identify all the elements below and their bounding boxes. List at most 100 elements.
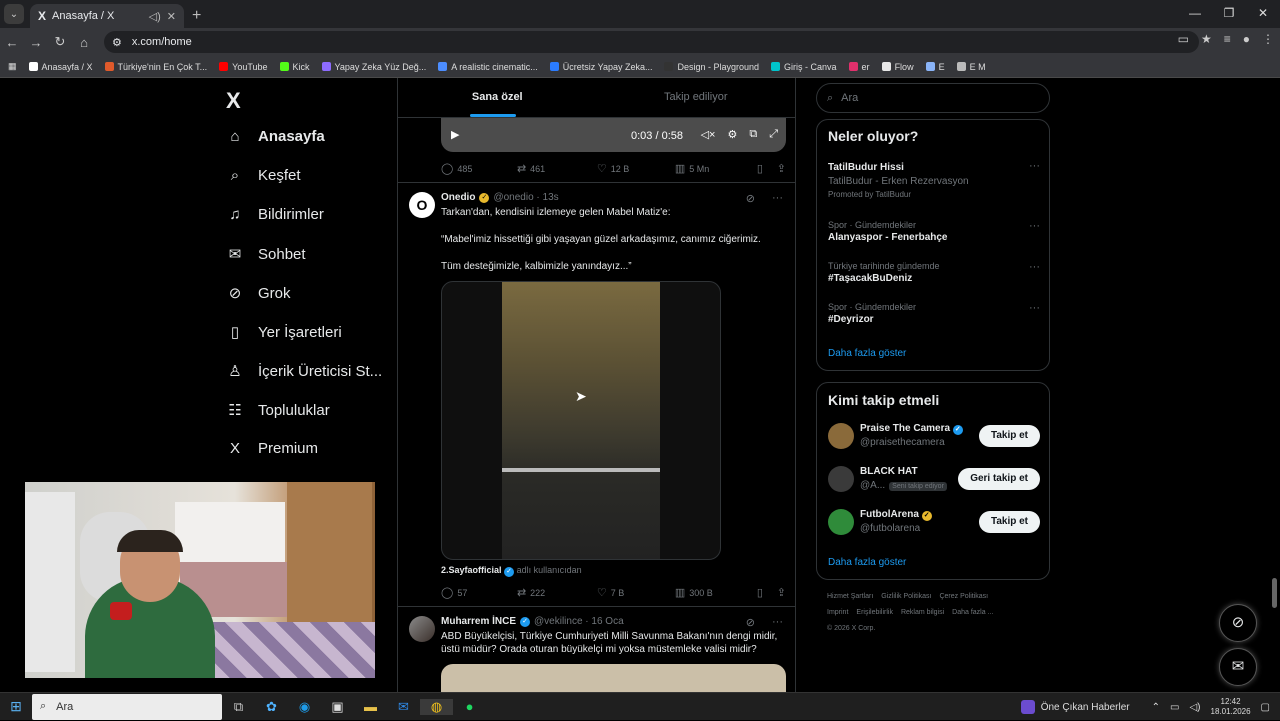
close-window-icon[interactable]: ✕ xyxy=(1246,0,1280,28)
bookmark-item[interactable]: Flow xyxy=(881,62,914,72)
reply-button[interactable]: ◯ 485 xyxy=(441,162,517,175)
footer-link[interactable]: Erişilebilirlik xyxy=(856,609,893,616)
post-video[interactable] xyxy=(441,281,721,560)
mail-app-icon[interactable]: ✉ xyxy=(387,699,420,715)
profile-icon[interactable]: ● xyxy=(1243,32,1250,46)
spotify-icon[interactable]: ● xyxy=(453,699,486,714)
tray-chevron-icon[interactable]: ⌃ xyxy=(1152,702,1160,713)
bookmark-item[interactable]: Giriş - Canva xyxy=(771,62,837,72)
repost-button[interactable]: ⇄ 222 xyxy=(517,586,597,599)
bookmark-item[interactable]: A realistic cinematic... xyxy=(438,62,538,72)
like-button[interactable]: ♡ 12 B xyxy=(597,162,675,175)
follow-suggestion[interactable]: FutbolArena ✓ @futbolarena Takip et xyxy=(828,507,1040,537)
bookmark-post-button[interactable]: ▯ xyxy=(757,162,777,175)
like-button[interactable]: ♡ 7 B xyxy=(597,586,675,599)
x-logo-icon[interactable]: X xyxy=(226,88,241,114)
fullscreen-icon[interactable]: ⤢ xyxy=(769,128,778,141)
bookmark-item[interactable]: YouTube xyxy=(219,62,268,72)
author-name[interactable]: Onedio xyxy=(441,192,475,203)
apps-icon[interactable]: ▦ xyxy=(8,61,17,72)
author-handle[interactable]: @vekilince · 16 Oca xyxy=(534,616,624,627)
follow-button[interactable]: Takip et xyxy=(978,425,1040,447)
messages-fab-icon[interactable]: ✉ xyxy=(1219,648,1257,686)
more-icon[interactable]: ··· xyxy=(1029,302,1040,314)
follow-suggestion[interactable]: BLACK HAT @A... Seni takip ediyor Geri ta… xyxy=(828,464,1040,494)
avatar[interactable] xyxy=(409,616,435,642)
bookmark-item[interactable]: Design - Playground xyxy=(664,62,759,72)
nav-item-home[interactable]: ⌂ Anasayfa xyxy=(226,128,324,145)
restore-icon[interactable]: ❐ xyxy=(1212,0,1246,28)
repost-button[interactable]: ⇄ 461 xyxy=(517,162,597,175)
show-more-link[interactable]: Daha fazla göster xyxy=(828,348,906,359)
scrollbar[interactable] xyxy=(1272,578,1277,608)
copilot-icon[interactable]: ✿ xyxy=(255,699,288,715)
bookmark-item[interactable]: er xyxy=(848,62,870,72)
show-more-link[interactable]: Daha fazla göster xyxy=(828,557,906,568)
forward-icon[interactable]: → xyxy=(24,35,48,50)
bookmark-item[interactable]: Yapay Zeka Yüz Değ... xyxy=(321,62,426,72)
reply-button[interactable]: ◯ 57 xyxy=(441,586,517,599)
bookmark-item[interactable]: Türkiye'nin En Çok T... xyxy=(104,62,207,72)
settings-icon[interactable]: ⚙ xyxy=(727,128,737,141)
store-icon[interactable]: ▣ xyxy=(321,699,354,715)
more-icon[interactable]: ··· xyxy=(772,192,783,204)
footer-link[interactable]: Daha fazla ... xyxy=(952,609,993,616)
share-button[interactable]: ⇪ xyxy=(777,586,786,599)
volume-icon[interactable]: ◁) xyxy=(1189,702,1200,713)
nav-item-communities[interactable]: ☷ Topluluklar xyxy=(226,401,329,420)
tab-for-you[interactable]: Sana özel xyxy=(398,78,597,117)
bookmark-item[interactable]: E xyxy=(925,62,945,72)
explorer-icon[interactable]: ▬ xyxy=(354,699,387,714)
nav-item-search[interactable]: ⌕ Keşfet xyxy=(226,167,301,184)
more-icon[interactable]: ··· xyxy=(1029,160,1040,172)
nav-item-x-premium[interactable]: X Premium xyxy=(226,440,318,457)
follow-back-button[interactable]: Geri takip et xyxy=(958,468,1040,490)
edge-icon[interactable]: ◉ xyxy=(288,699,321,715)
bookmark-item[interactable]: Anasayfa / X xyxy=(28,62,93,72)
footer-link[interactable]: Hizmet Şartları xyxy=(827,593,873,600)
footer-link[interactable]: Reklam bilgisi xyxy=(901,609,944,616)
play-icon[interactable]: ▶ xyxy=(451,128,459,141)
author-handle[interactable]: @onedio · 13s xyxy=(493,192,558,203)
credit-name[interactable]: 2.Sayfaofficial xyxy=(441,565,502,575)
footer-link[interactable]: Imprint xyxy=(827,609,848,616)
menu-icon[interactable]: ⋮ xyxy=(1262,32,1274,46)
trend-item[interactable]: TatilBudur Hissi TatilBudur - Erken Reze… xyxy=(828,160,1040,199)
network-icon[interactable]: ▭ xyxy=(1170,702,1179,713)
follow-button[interactable]: Takip et xyxy=(978,511,1040,533)
speaker-icon[interactable]: ◁) xyxy=(149,10,161,23)
nav-item-bookmark[interactable]: ▯ Yer İşaretleri xyxy=(226,323,342,342)
url-field[interactable]: ⚙ x.com/home xyxy=(104,31,1199,53)
video-player[interactable]: ▶ 0:03 / 0:58 ◁× ⚙ ⧉ ⤢ xyxy=(441,118,786,152)
nav-item-mail[interactable]: ✉ Sohbet xyxy=(226,245,306,264)
nav-item-grok[interactable]: ⊘ Grok xyxy=(226,284,291,303)
post-image[interactable] xyxy=(441,664,786,692)
tab-following[interactable]: Takip ediliyor xyxy=(597,78,796,117)
home-button-icon[interactable]: ⌂ xyxy=(72,35,96,50)
more-icon[interactable]: ··· xyxy=(1029,261,1040,273)
footer-link[interactable]: Çerez Politikası xyxy=(939,593,988,600)
mute-icon[interactable]: ◁× xyxy=(701,128,716,141)
more-icon[interactable]: ··· xyxy=(772,616,783,628)
pip-icon[interactable]: ⧉ xyxy=(749,128,757,141)
bookmark-item[interactable]: Ücretsiz Yapay Zeka... xyxy=(549,62,652,72)
browser-tab[interactable]: X Anasayfa / X ◁) ✕ xyxy=(30,4,184,28)
windows-start-icon[interactable]: ⊞ xyxy=(0,698,32,715)
bookmark-post-button[interactable]: ▯ xyxy=(757,586,777,599)
views-button[interactable]: ▥ 5 Mn xyxy=(675,162,757,175)
bookmark-item[interactable]: Kick xyxy=(279,62,310,72)
minimize-icon[interactable]: — xyxy=(1178,0,1212,28)
back-icon[interactable]: ← xyxy=(0,35,24,50)
cast-icon[interactable]: ▭ xyxy=(1178,32,1189,46)
trend-item[interactable]: Spor · Gündemdekiler Alanyaspor - Fenerb… xyxy=(828,220,1040,243)
nav-item-creator[interactable]: ♙ İçerik Üreticisi St... xyxy=(226,362,382,381)
footer-link[interactable]: © 2026 X Corp. xyxy=(827,625,875,632)
site-info-icon[interactable]: ⚙ xyxy=(112,36,122,49)
reload-icon[interactable]: ↻ xyxy=(48,34,72,50)
author-name[interactable]: Muharrem İNCE xyxy=(441,616,516,627)
views-button[interactable]: ▥ 300 B xyxy=(675,586,757,599)
chrome-icon[interactable]: ◍ xyxy=(420,698,453,715)
avatar[interactable]: O xyxy=(409,192,435,218)
media-icon[interactable]: ≡ xyxy=(1224,32,1231,46)
clock[interactable]: 12:42 18.01.2026 xyxy=(1211,697,1251,717)
